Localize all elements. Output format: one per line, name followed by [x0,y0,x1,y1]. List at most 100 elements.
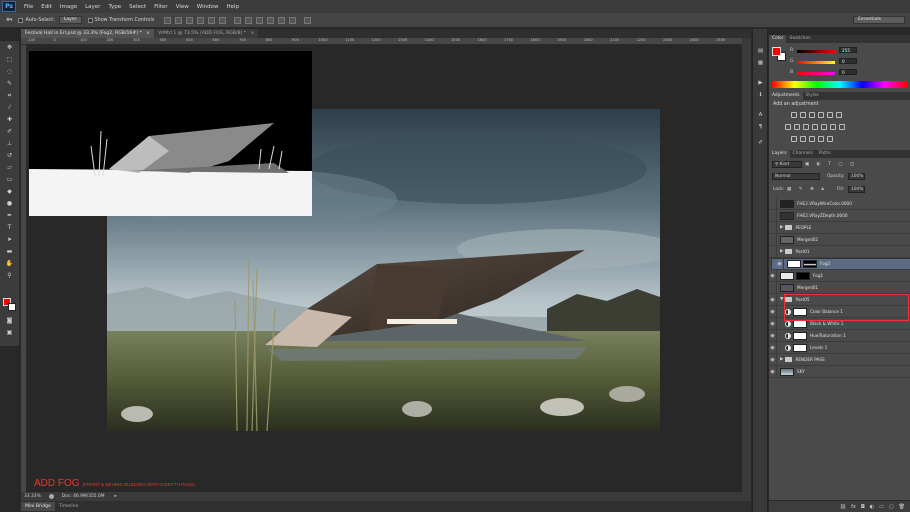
visibility-toggle[interactable] [769,233,777,246]
visibility-toggle[interactable] [769,221,777,234]
info-icon[interactable]: ℹ [756,91,765,99]
zdepth-pass-image[interactable] [29,51,312,216]
layer-row[interactable]: ◉ ▶ RENDER PASS [769,353,910,366]
zoom-tool-icon[interactable]: ⚲ [4,272,15,280]
fill-input[interactable]: 100% [848,186,865,193]
brush-tool-icon[interactable]: ✐ [4,128,15,136]
black-white-icon[interactable] [803,124,809,130]
blend-mode-dropdown[interactable]: Normal [772,173,820,180]
tab-color[interactable]: Color [769,35,787,43]
layer-filter-dropdown[interactable]: ⚲ Kind [772,161,802,168]
tab-festival-hall[interactable]: Festival Hall in Erl.psd @ 33.3% (Fog2, … [21,29,155,38]
distribute-center-icon[interactable] [278,16,286,24]
blur-tool-icon[interactable]: ◆ [4,188,15,196]
layer-row-selected[interactable]: ◉ Fog2 [771,258,910,270]
color-lookup-icon[interactable] [830,124,836,130]
posterize-icon[interactable] [800,136,806,142]
vertical-scrollbar[interactable] [742,38,751,492]
path-select-tool-icon[interactable]: ➤ [4,236,15,244]
layer-mask-thumbnail[interactable] [793,343,807,352]
status-menu-arrow-icon[interactable]: ▸ [115,494,117,499]
shape-tool-icon[interactable]: ▬ [4,248,15,256]
tab-timeline[interactable]: Timeline [55,502,83,511]
red-slider[interactable] [797,50,835,53]
layer-row[interactable]: ▶ Post01 [769,245,910,258]
layer-row[interactable]: FHE2.VRayZDepth.0000 [769,209,910,222]
exposure-icon[interactable] [818,112,824,118]
eye-icon[interactable]: ◉ [769,293,777,306]
layer-mask-thumbnail[interactable] [803,260,817,268]
eye-icon[interactable]: ◉ [769,305,777,318]
layer-row[interactable]: Merged01 [769,281,910,294]
layer-row[interactable]: ◉ SKY [769,365,910,378]
quick-mask-icon[interactable]: ◙ [4,317,15,325]
layer-row[interactable]: ◉ Levels 1 [769,341,910,354]
mask-icon[interactable]: ◘ [861,504,865,510]
menu-select[interactable]: Select [129,4,146,10]
layer-filter-icons[interactable]: ▣ ◐ T ▢ ◫ [805,161,865,168]
tab-paths[interactable]: Paths [816,150,834,158]
menu-layer[interactable]: Layer [85,4,100,10]
tab-swatches[interactable]: Swatches [786,35,813,43]
channel-mixer-icon[interactable] [821,124,827,130]
trash-icon[interactable]: 🗑︎ [899,504,905,510]
tab-layers[interactable]: Layers [769,150,790,158]
lock-icons[interactable]: ▦ ✎ ✥ 🔒︎ [787,186,827,192]
curves-icon[interactable] [809,112,815,118]
hue-saturation-icon[interactable] [785,124,791,130]
quick-select-tool-icon[interactable]: ✎ [4,80,15,88]
gradient-map-icon[interactable] [827,136,833,142]
foreground-color-chip[interactable] [772,47,781,56]
menu-file[interactable]: File [24,4,33,10]
auto-align-icon[interactable] [304,16,312,24]
gradient-tool-icon[interactable]: ▭ [4,176,15,184]
invert-icon[interactable] [791,136,797,142]
grid-icon[interactable] [839,124,845,130]
distribute-top-icon[interactable] [234,16,242,24]
pen-tool-icon[interactable]: ✒ [4,212,15,220]
gradient-triangle-icon[interactable] [836,112,842,118]
tab-adjustments[interactable]: Adjustments [769,92,803,100]
close-icon[interactable]: × [251,31,255,36]
menu-filter[interactable]: Filter [154,4,168,10]
align-left-icon[interactable] [197,16,205,24]
photo-filter-icon[interactable] [812,124,818,130]
visibility-toggle[interactable] [769,281,777,294]
expand-arrow-icon[interactable]: ▶ [780,357,783,362]
eye-icon[interactable]: ◉ [769,317,777,330]
menu-help[interactable]: Help [226,4,239,10]
paragraph-icon[interactable]: ¶ [756,123,765,131]
expand-arrow-icon[interactable]: ▶ [780,225,783,230]
expand-arrow-icon[interactable]: ▶ [780,249,783,254]
layer-row[interactable]: ◉ Fog1 [769,269,910,282]
menu-window[interactable]: Window [197,4,219,10]
character-icon[interactable]: A [756,111,765,119]
eye-icon[interactable]: ◉ [769,353,777,366]
tab-mini-bridge[interactable]: Mini Bridge [21,502,55,511]
dodge-tool-icon[interactable]: ● [4,200,15,208]
color-spectrum-ramp[interactable] [772,81,907,88]
crop-tool-icon[interactable]: ⌗ [4,92,15,100]
visibility-toggle[interactable] [769,245,777,258]
collapse-arrow-icon[interactable]: ▼ [780,297,783,302]
align-center-icon[interactable] [208,16,216,24]
eye-icon[interactable]: ◉ [769,341,777,354]
align-middle-icon[interactable] [175,16,183,24]
layer-row[interactable]: ◉ Hue/Saturation 1 [769,329,910,342]
eye-icon[interactable]: ◉ [769,329,777,342]
show-transform-checkbox[interactable] [87,17,93,23]
background-color-swatch[interactable] [8,303,16,311]
type-tool-icon[interactable]: T [4,224,15,232]
folder-icon[interactable]: ▭ [879,504,884,510]
history-icon[interactable]: ▤ [756,47,765,55]
fx-icon[interactable]: fx [851,504,856,510]
selective-color-icon[interactable] [818,136,824,142]
distribute-right-icon[interactable] [289,16,297,24]
green-slider[interactable] [797,61,835,64]
opacity-input[interactable]: 100% [848,173,865,180]
zoom-level[interactable]: 33.33% [24,494,41,499]
move-tool-icon[interactable]: ✥ [4,44,15,52]
distribute-middle-icon[interactable] [245,16,253,24]
layer-mask-thumbnail[interactable] [793,331,807,340]
eyedropper-tool-icon[interactable]: ⁄ [4,104,15,112]
